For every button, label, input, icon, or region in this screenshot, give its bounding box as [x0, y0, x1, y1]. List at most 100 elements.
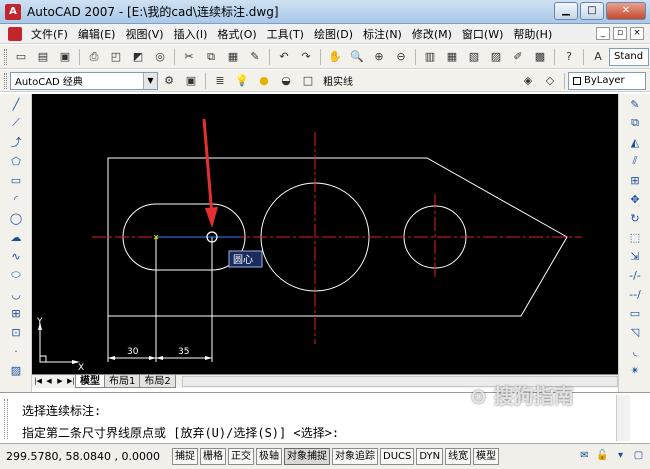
spline-icon[interactable]: ∿ — [5, 247, 27, 265]
osnap-toggle[interactable]: 对象捕捉 — [284, 448, 330, 465]
make-block-icon[interactable]: ⊡ — [5, 323, 27, 341]
workspace-save-icon[interactable]: ▣ — [182, 72, 200, 90]
erase-icon[interactable]: ✎ — [624, 95, 646, 113]
new-file-icon[interactable]: ▭ — [12, 48, 30, 66]
array-icon[interactable]: ⊞ — [624, 171, 646, 189]
drawing-canvas[interactable]: 圆心 30 35 Y X — [32, 94, 618, 374]
lock-icon[interactable]: ◒ — [277, 72, 295, 90]
otrack-toggle[interactable]: 对象追踪 — [332, 448, 378, 465]
doc-restore-button[interactable]: ▫ — [613, 27, 627, 40]
ortho-toggle[interactable]: 正交 — [228, 448, 254, 465]
tab-layout1[interactable]: 布局1 — [104, 375, 141, 388]
color-swatch-icon[interactable]: □ — [299, 72, 317, 90]
rotate-icon[interactable]: ↻ — [624, 209, 646, 227]
communication-center-icon[interactable]: ✉ — [577, 448, 592, 463]
print-icon[interactable]: ⎙ — [85, 48, 103, 66]
lightbulb-icon[interactable]: 💡 — [233, 72, 251, 90]
paste-icon[interactable]: ▦ — [224, 48, 242, 66]
minimize-button[interactable]: ▁ — [554, 2, 578, 20]
dimension-text[interactable]: 35 — [178, 347, 189, 357]
model-toggle[interactable]: 模型 — [473, 448, 500, 465]
lineweight-toggle[interactable]: 线宽 — [445, 448, 472, 465]
break-icon[interactable]: ▭ — [624, 304, 646, 322]
pan-icon[interactable]: ✋ — [326, 48, 344, 66]
workspace-settings-icon[interactable]: ⚙ — [160, 72, 178, 90]
polar-toggle[interactable]: 极轴 — [256, 448, 282, 465]
publish-icon[interactable]: ◩ — [129, 48, 147, 66]
3d-dwf-icon[interactable]: ◎ — [151, 48, 169, 66]
mirror-icon[interactable]: ◭ — [624, 133, 646, 151]
tab-layout2[interactable]: 布局2 — [139, 375, 176, 388]
ducs-toggle[interactable]: DUCS — [380, 448, 415, 465]
revision-cloud-icon[interactable]: ☁ — [5, 228, 27, 246]
zoom-previous-icon[interactable]: ⊖ — [392, 48, 410, 66]
dyn-toggle[interactable]: DYN — [416, 448, 444, 465]
circle-icon[interactable]: ◯ — [5, 209, 27, 227]
open-file-icon[interactable]: ▤ — [34, 48, 52, 66]
sheet-set-icon[interactable]: ▨ — [487, 48, 505, 66]
design-center-icon[interactable]: ▦ — [443, 48, 461, 66]
next-tab-icon[interactable]: ▶ — [55, 376, 65, 387]
layer-previous-icon[interactable]: ◈ — [519, 72, 537, 90]
menu-insert[interactable]: 插入(I) — [169, 26, 213, 42]
extend-icon[interactable]: --/ — [624, 285, 646, 303]
hatch-icon[interactable]: ▨ — [5, 361, 27, 379]
command-grip[interactable] — [4, 399, 8, 439]
polygon-icon[interactable]: ⬠ — [5, 152, 27, 170]
maximize-button[interactable]: □ — [580, 2, 604, 20]
cut-icon[interactable]: ✂ — [180, 48, 198, 66]
ellipse-arc-icon[interactable]: ◡ — [5, 285, 27, 303]
menu-modify[interactable]: 修改(M) — [407, 26, 457, 42]
calculator-icon[interactable]: ▩ — [531, 48, 549, 66]
coordinate-readout[interactable]: 299.5780, 58.0840 , 0.0000 — [0, 450, 172, 463]
line-icon[interactable]: ╱ — [5, 95, 27, 113]
print-preview-icon[interactable]: ◰ — [107, 48, 125, 66]
menu-draw[interactable]: 绘图(D) — [309, 26, 358, 42]
close-button[interactable]: ✕ — [606, 2, 646, 20]
clean-screen-icon[interactable]: ▢ — [631, 448, 646, 463]
command-prompt[interactable]: 指定第二条尺寸界线原点或 [放弃(U)/选择(S)] <选择>: — [22, 424, 339, 441]
menu-window[interactable]: 窗口(W) — [457, 26, 508, 42]
status-menu-icon[interactable]: ▾ — [613, 448, 628, 463]
chevron-down-icon[interactable]: ▼ — [143, 72, 157, 89]
document-icon[interactable] — [8, 26, 22, 41]
menu-edit[interactable]: 编辑(E) — [73, 26, 121, 42]
sun-icon[interactable]: ● — [255, 72, 273, 90]
layer-manager-icon[interactable]: ≣ — [211, 72, 229, 90]
bylayer-combo[interactable]: ByLayer — [568, 71, 646, 90]
redo-icon[interactable]: ↷ — [297, 48, 315, 66]
scale-icon[interactable]: ⬚ — [624, 228, 646, 246]
help-icon[interactable]: ? — [560, 48, 578, 66]
command-scrollbar[interactable] — [616, 395, 630, 441]
snap-toggle[interactable]: 捕捉 — [172, 448, 198, 465]
doc-minimize-button[interactable]: _ — [596, 27, 610, 40]
ellipse-icon[interactable]: ⬭ — [5, 266, 27, 284]
toolbar-grip[interactable] — [4, 48, 7, 65]
markup-icon[interactable]: ✐ — [509, 48, 527, 66]
chamfer-icon[interactable]: ◹ — [624, 323, 646, 341]
polyline-icon[interactable]: ⤴ — [5, 133, 27, 151]
copy-icon[interactable]: ⧉ — [202, 48, 220, 66]
point-icon[interactable]: · — [5, 342, 27, 360]
menu-file[interactable]: 文件(F) — [26, 26, 73, 42]
prev-tab-icon[interactable]: ◀ — [44, 376, 54, 387]
zoom-window-icon[interactable]: ⊕ — [370, 48, 388, 66]
toolbar-grip[interactable] — [4, 72, 7, 89]
menu-tools[interactable]: 工具(T) — [262, 26, 309, 42]
properties-icon[interactable]: ▥ — [421, 48, 439, 66]
menu-format[interactable]: 格式(O) — [212, 26, 261, 42]
text-style-combo[interactable]: Stand — [609, 47, 649, 66]
insert-block-icon[interactable]: ⊞ — [5, 304, 27, 322]
arc-icon[interactable]: ◜ — [5, 190, 27, 208]
tool-palettes-icon[interactable]: ▧ — [465, 48, 483, 66]
layer-state-icon[interactable]: ◇ — [541, 72, 559, 90]
menu-view[interactable]: 视图(V) — [120, 26, 168, 42]
tab-model[interactable]: 模型 — [75, 375, 105, 388]
fillet-icon[interactable]: ◟ — [624, 342, 646, 360]
first-tab-icon[interactable]: |◀ — [33, 376, 43, 387]
autocad-logo-icon[interactable]: A — [5, 3, 21, 20]
copy-object-icon[interactable]: ⧉ — [624, 114, 646, 132]
construction-line-icon[interactable]: ⟋ — [5, 114, 27, 132]
workspace-combo[interactable]: AutoCAD 经典 ▼ — [10, 71, 158, 90]
rectangle-icon[interactable]: ▭ — [5, 171, 27, 189]
